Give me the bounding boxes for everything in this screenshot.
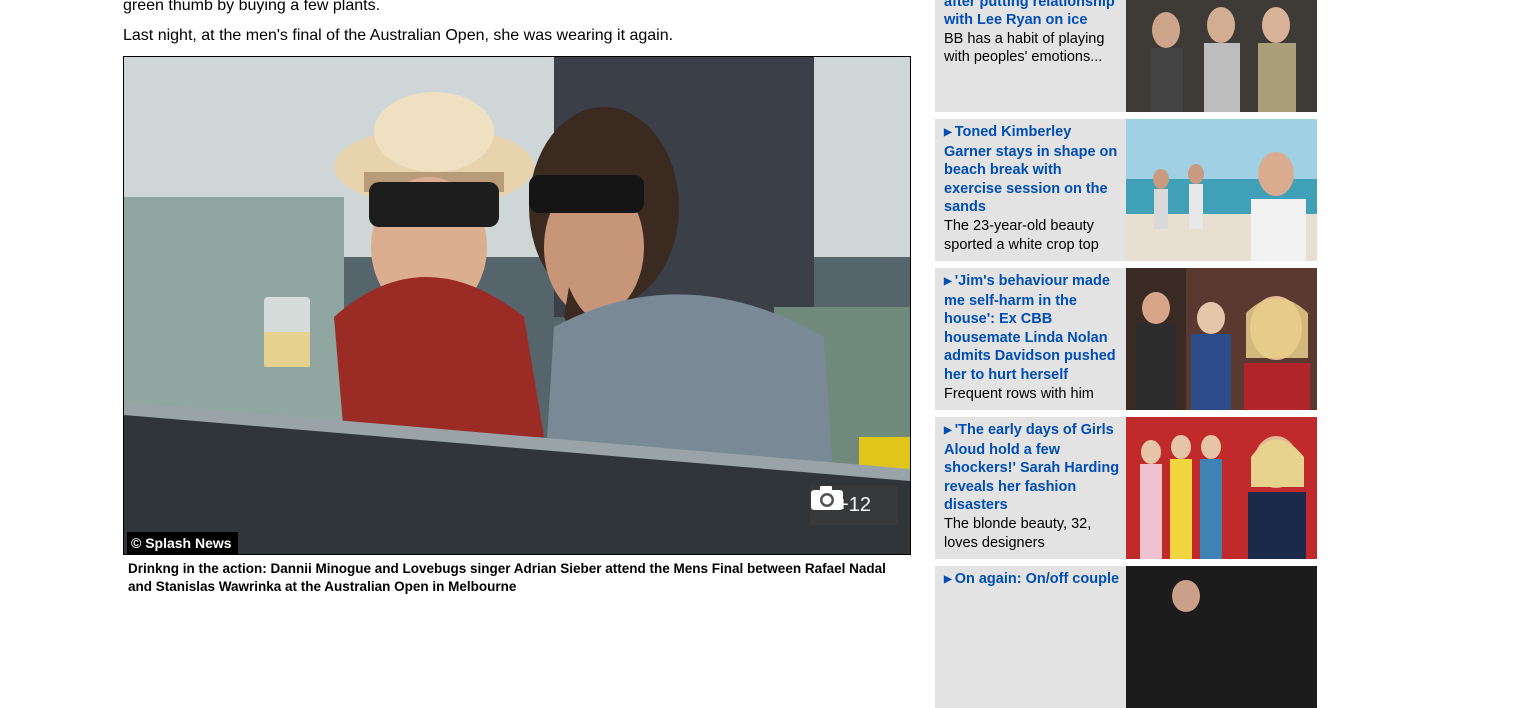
story-title-link[interactable]: ▶ Toned Kimberley Garner stays in shape o… xyxy=(944,123,1122,217)
story-subtitle: BB has a habit of playing with peoples' … xyxy=(944,30,1105,66)
photo-scene xyxy=(124,57,910,554)
article-paragraph: Last night, at the men's final of the Au… xyxy=(123,27,674,44)
article-photo[interactable]: +12 © Splash News xyxy=(123,56,911,555)
story-thumbnail[interactable] xyxy=(1126,417,1317,559)
right-arrow-icon: ▶ xyxy=(944,574,952,585)
camera-icon xyxy=(811,486,843,510)
story-title-link[interactable]: town with Duncan James after putting rel… xyxy=(944,0,1122,30)
story-item[interactable]: ▶ 'Jim's behaviour made me self-harm in t… xyxy=(935,268,1317,410)
story-item[interactable]: ▶ On again: On/off couple xyxy=(935,566,1317,708)
article-paragraph: green thumb by buying a few plants. xyxy=(123,0,381,14)
story-thumbnail[interactable] xyxy=(1126,268,1317,410)
story-thumbnail[interactable] xyxy=(1126,119,1317,261)
right-arrow-icon: ▶ xyxy=(944,425,952,436)
image-caption: Drinkng in the action: Dannii Minogue an… xyxy=(128,561,886,594)
story-title-link[interactable]: ▶ 'The early days of Girls Aloud hold a f… xyxy=(944,421,1122,515)
story-title-link[interactable]: ▶ On again: On/off couple xyxy=(944,570,1122,590)
story-subtitle: The blonde beauty, 32, loves designers xyxy=(944,515,1092,551)
image-credit: © Splash News xyxy=(127,532,238,554)
story-thumbnail[interactable] xyxy=(1126,0,1317,112)
story-thumbnail[interactable] xyxy=(1126,566,1317,708)
story-title-link[interactable]: ▶ 'Jim's behaviour made me self-harm in t… xyxy=(944,272,1122,385)
right-arrow-icon: ▶ xyxy=(944,276,952,287)
story-item[interactable]: ▶ 'The early days of Girls Aloud hold a f… xyxy=(935,417,1317,559)
story-subtitle: Frequent rows with him xyxy=(944,385,1094,402)
story-item[interactable]: ▶ Toned Kimberley Garner stays in shape o… xyxy=(935,119,1317,261)
story-item[interactable]: town with Duncan James after putting rel… xyxy=(935,0,1317,112)
story-subtitle: The 23-year-old beauty sported a white c… xyxy=(944,217,1099,253)
right-arrow-icon: ▶ xyxy=(944,127,952,138)
gallery-badge[interactable]: +12 xyxy=(810,485,898,525)
